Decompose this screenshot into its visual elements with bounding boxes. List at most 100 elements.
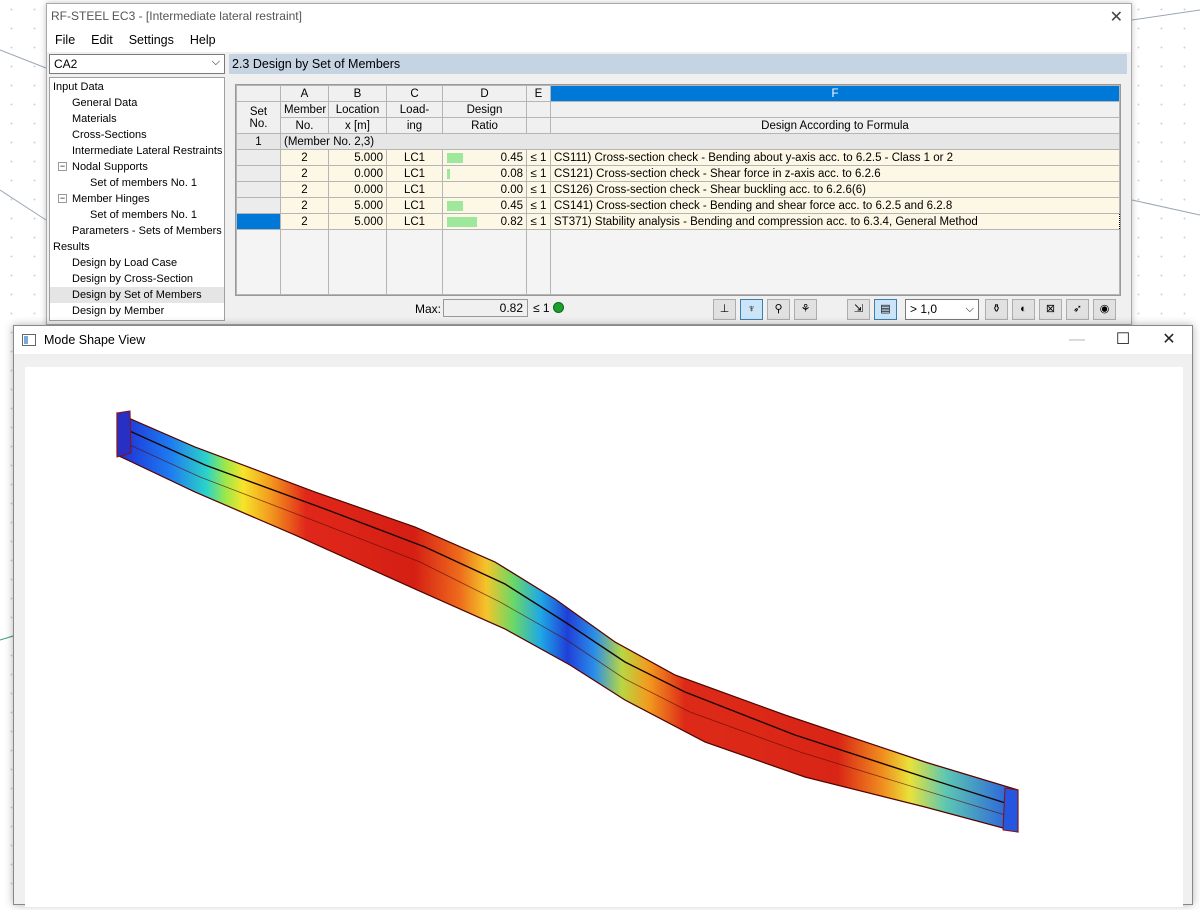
cell-limit: ≤ 1 — [526, 197, 551, 214]
show-results-icon[interactable]: ⚲ — [767, 299, 790, 320]
cell-formula[interactable]: CS121) Cross-section check - Shear force… — [550, 165, 1120, 182]
tree-item[interactable]: Parameters - Sets of Members — [50, 223, 224, 239]
col-header-blank — [236, 85, 281, 102]
col-letter-f[interactable]: F — [550, 85, 1120, 102]
export-icon[interactable]: ⇲ — [847, 299, 870, 320]
table-row[interactable]: 2 5.000 LC1 0.45 ≤ 1 CS141) Cross-section che… — [236, 197, 1120, 214]
menu-file[interactable]: File — [47, 33, 83, 47]
tree-item[interactable]: Set of members No. 1 — [50, 175, 224, 191]
menu-bar: File Edit Settings Help — [47, 28, 1131, 52]
header-set-no: Set No. — [236, 101, 281, 134]
close-icon[interactable]: ✕ — [1110, 7, 1123, 27]
row-header[interactable] — [236, 213, 281, 230]
cell-ratio: 0.08 — [442, 165, 527, 182]
table-row[interactable]: 2 5.000 LC1 0.45 ≤ 1 CS111) Cross-section che… — [236, 149, 1120, 166]
ratio-bars-icon[interactable]: ▤ — [874, 299, 897, 320]
table-row[interactable]: 2 5.000 LC1 0.82 ≤ 1 ST371) Stability analysi… — [236, 213, 1120, 230]
empty-row-area — [236, 229, 1120, 295]
minimize-icon[interactable]: — — [1054, 326, 1100, 354]
chevron-down-icon[interactable]: ⌵ — [212, 56, 220, 69]
ratio-bar — [447, 217, 477, 227]
tree-item[interactable]: Set of members No. 1 — [50, 207, 224, 223]
cell-loading: LC1 — [386, 165, 443, 182]
row-header[interactable] — [236, 197, 281, 214]
col-letter-c[interactable]: C — [386, 85, 443, 102]
group-row[interactable]: 1 (Member No. 2,3) — [236, 133, 1120, 150]
tree-item[interactable]: Materials — [50, 111, 224, 127]
tree-item[interactable]: Intermediate Lateral Restraints — [50, 143, 224, 159]
close-icon[interactable]: ✕ — [1146, 326, 1192, 354]
cell-ratio: 0.82 — [442, 213, 527, 230]
cell-member: 2 — [280, 165, 329, 182]
cell-formula[interactable]: CS111) Cross-section check - Bending abo… — [550, 149, 1120, 166]
result-marker-icon[interactable]: ♆ — [740, 299, 763, 320]
tree-item[interactable]: − Member Hinges — [50, 191, 224, 207]
cell-limit: ≤ 1 — [526, 213, 551, 230]
tree-item[interactable]: Results — [50, 239, 224, 255]
window-titlebar: RF-STEEL EC3 - [Intermediate lateral res… — [47, 4, 1131, 28]
header-location-2: x [m] — [328, 117, 387, 134]
cell-ratio: 0.45 — [442, 197, 527, 214]
mode-shape-canvas[interactable] — [25, 367, 1183, 907]
tree-item[interactable]: Design by Load Case — [50, 255, 224, 271]
menu-help[interactable]: Help — [182, 33, 224, 47]
cell-member: 2 — [280, 181, 329, 198]
rendering-icon[interactable]: ⚘ — [794, 299, 817, 320]
tree-item[interactable]: Input Data — [50, 79, 224, 95]
tree-item-label: General Data — [72, 97, 138, 109]
row-header[interactable] — [236, 165, 281, 182]
excel-export-icon[interactable]: ⊠ — [1039, 299, 1062, 320]
row-header[interactable] — [236, 181, 281, 198]
tree-item-label: Cross-Sections — [72, 129, 147, 141]
tree-item-label: Parameters - Sets of Members — [72, 225, 222, 237]
cell-formula[interactable]: CS141) Cross-section check - Bending and… — [550, 197, 1120, 214]
color-scale-icon[interactable]: ◐ — [1012, 299, 1035, 320]
ratio-filter-select[interactable]: > 1,0 ⌵ — [905, 299, 979, 320]
tree-item[interactable]: − Nodal Supports — [50, 159, 224, 175]
col-letter-a[interactable]: A — [280, 85, 329, 102]
row-header[interactable] — [236, 149, 281, 166]
header-e-2 — [526, 117, 551, 134]
header-set-line1: Set — [249, 105, 268, 118]
group-set-no[interactable]: 1 — [236, 133, 281, 150]
chevron-down-icon[interactable]: ⌵ — [966, 300, 974, 319]
table-row[interactable]: 2 0.000 LC1 0.08 ≤ 1 CS121) Cross-section che… — [236, 165, 1120, 182]
cell-location: 0.000 — [328, 165, 387, 182]
filter-icon[interactable]: ⚱ — [985, 299, 1008, 320]
view-icon[interactable]: ◉ — [1093, 299, 1116, 320]
ratio-bar — [447, 153, 464, 163]
tree-item[interactable]: General Data — [50, 95, 224, 111]
diagram-icon[interactable]: ⊥ — [713, 299, 736, 320]
col-letter-e[interactable]: E — [526, 85, 551, 102]
cell-formula[interactable]: CS126) Cross-section check - Shear buckl… — [550, 181, 1120, 198]
cell-member: 2 — [280, 149, 329, 166]
select-in-model-icon[interactable]: ➶ — [1066, 299, 1089, 320]
cell-location: 5.000 — [328, 213, 387, 230]
collapse-icon[interactable]: − — [58, 162, 67, 171]
tree-item[interactable]: Design by Set of Members — [50, 287, 224, 303]
maximize-icon[interactable]: ☐ — [1100, 326, 1146, 354]
menu-settings[interactable]: Settings — [121, 33, 182, 47]
cell-member: 2 — [280, 197, 329, 214]
tree-item[interactable]: Cross-Sections — [50, 127, 224, 143]
collapse-icon[interactable]: − — [58, 194, 67, 203]
tree-item[interactable]: Design by Cross-Section — [50, 271, 224, 287]
group-label: (Member No. 2,3) — [280, 133, 1120, 150]
tree-item-label: Nodal Supports — [72, 161, 148, 173]
case-selector[interactable]: CA2 ⌵ — [49, 54, 225, 74]
max-value: 0.82 — [443, 299, 528, 317]
tree-item[interactable]: Design by x-Location — [50, 319, 224, 320]
header-set-line2: No. — [249, 117, 268, 130]
ratio-bar — [447, 201, 464, 211]
tree-item-label: Materials — [72, 113, 117, 125]
col-letter-b[interactable]: B — [328, 85, 387, 102]
table-footer: Max: 0.82 ≤ 1 ⊥ ♆ ⚲ ⚘ ⇲ ▤ > 1,0 ⌵ ⚱ ◐ ⊠ … — [235, 298, 1121, 320]
mode-shape-beam — [116, 410, 1019, 833]
tree-item[interactable]: Design by Member — [50, 303, 224, 319]
case-selector-value: CA2 — [54, 57, 78, 71]
col-letter-d[interactable]: D — [442, 85, 527, 102]
table-row[interactable]: 2 0.000 LC1 0.00 ≤ 1 CS126) Cross-section che… — [236, 181, 1120, 198]
max-label: Max: — [415, 302, 442, 316]
menu-edit[interactable]: Edit — [83, 33, 121, 47]
cell-formula[interactable]: ST371) Stability analysis - Bending and … — [550, 213, 1120, 230]
